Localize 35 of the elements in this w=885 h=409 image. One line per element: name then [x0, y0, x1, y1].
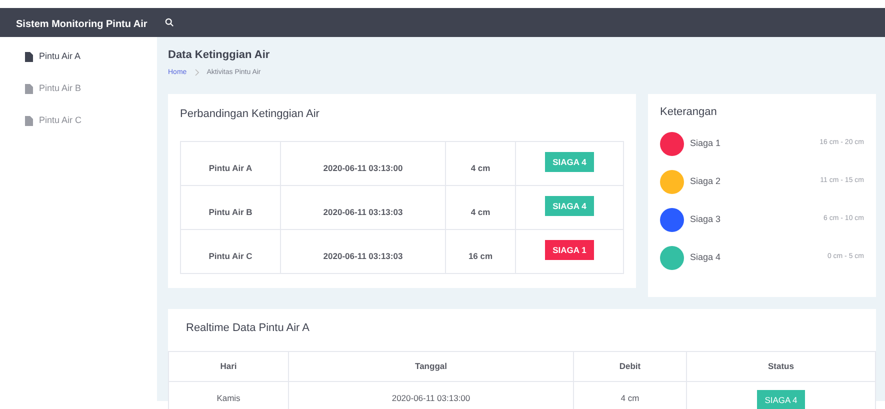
table-cell: Pintu Air C [180, 229, 280, 273]
column-header: Status [686, 352, 876, 382]
card-title: Keterangan [660, 105, 718, 120]
chevron-icon [194, 68, 199, 76]
legend-label: Siaga 3 [690, 212, 721, 226]
status-badge: SIAGA 1 [544, 240, 594, 260]
status-badge: SIAGA 4 [756, 390, 806, 409]
document-icon [25, 84, 33, 94]
table-cell: 16 cm [446, 229, 516, 273]
table-cell: Pintu Air A [180, 141, 280, 185]
legend-label: Siaga 1 [690, 136, 721, 150]
table-cell: 2020-06-11 03:13:03 [280, 229, 446, 273]
document-icon [25, 52, 33, 62]
document-icon [25, 116, 33, 126]
legend-label: Siaga 2 [690, 174, 721, 188]
table-cell: 2020-06-11 03:13:00 [280, 141, 446, 185]
column-header: Hari [168, 352, 288, 382]
column-header: Tanggal [288, 352, 574, 382]
table-cell: Pintu Air B [180, 185, 280, 229]
page-title: Data Ketinggian Air [168, 48, 271, 63]
card-title: Realtime Data Pintu Air A [185, 321, 311, 336]
table-cell: 2020-06-11 03:13:03 [280, 185, 446, 229]
status-badge: SIAGA 4 [544, 152, 594, 172]
table-cell: Kamis [168, 382, 288, 409]
legend-label: Siaga 4 [690, 250, 721, 264]
sidebar-item[interactable]: Pintu Air A [0, 41, 157, 73]
status-badge: SIAGA 4 [544, 196, 594, 216]
sidebar-item[interactable]: Pintu Air C [0, 105, 157, 137]
column-header: Debit [574, 352, 686, 382]
search-icon[interactable] [165, 18, 174, 27]
table-cell: 4 cm [446, 141, 516, 185]
app-title: Sistem Monitoring Pintu Air [15, 18, 148, 32]
table-cell: 4 cm [446, 185, 516, 229]
sidebar-item[interactable]: Pintu Air B [0, 73, 157, 105]
card-title: Perbandingan Ketinggian Air [180, 107, 320, 122]
